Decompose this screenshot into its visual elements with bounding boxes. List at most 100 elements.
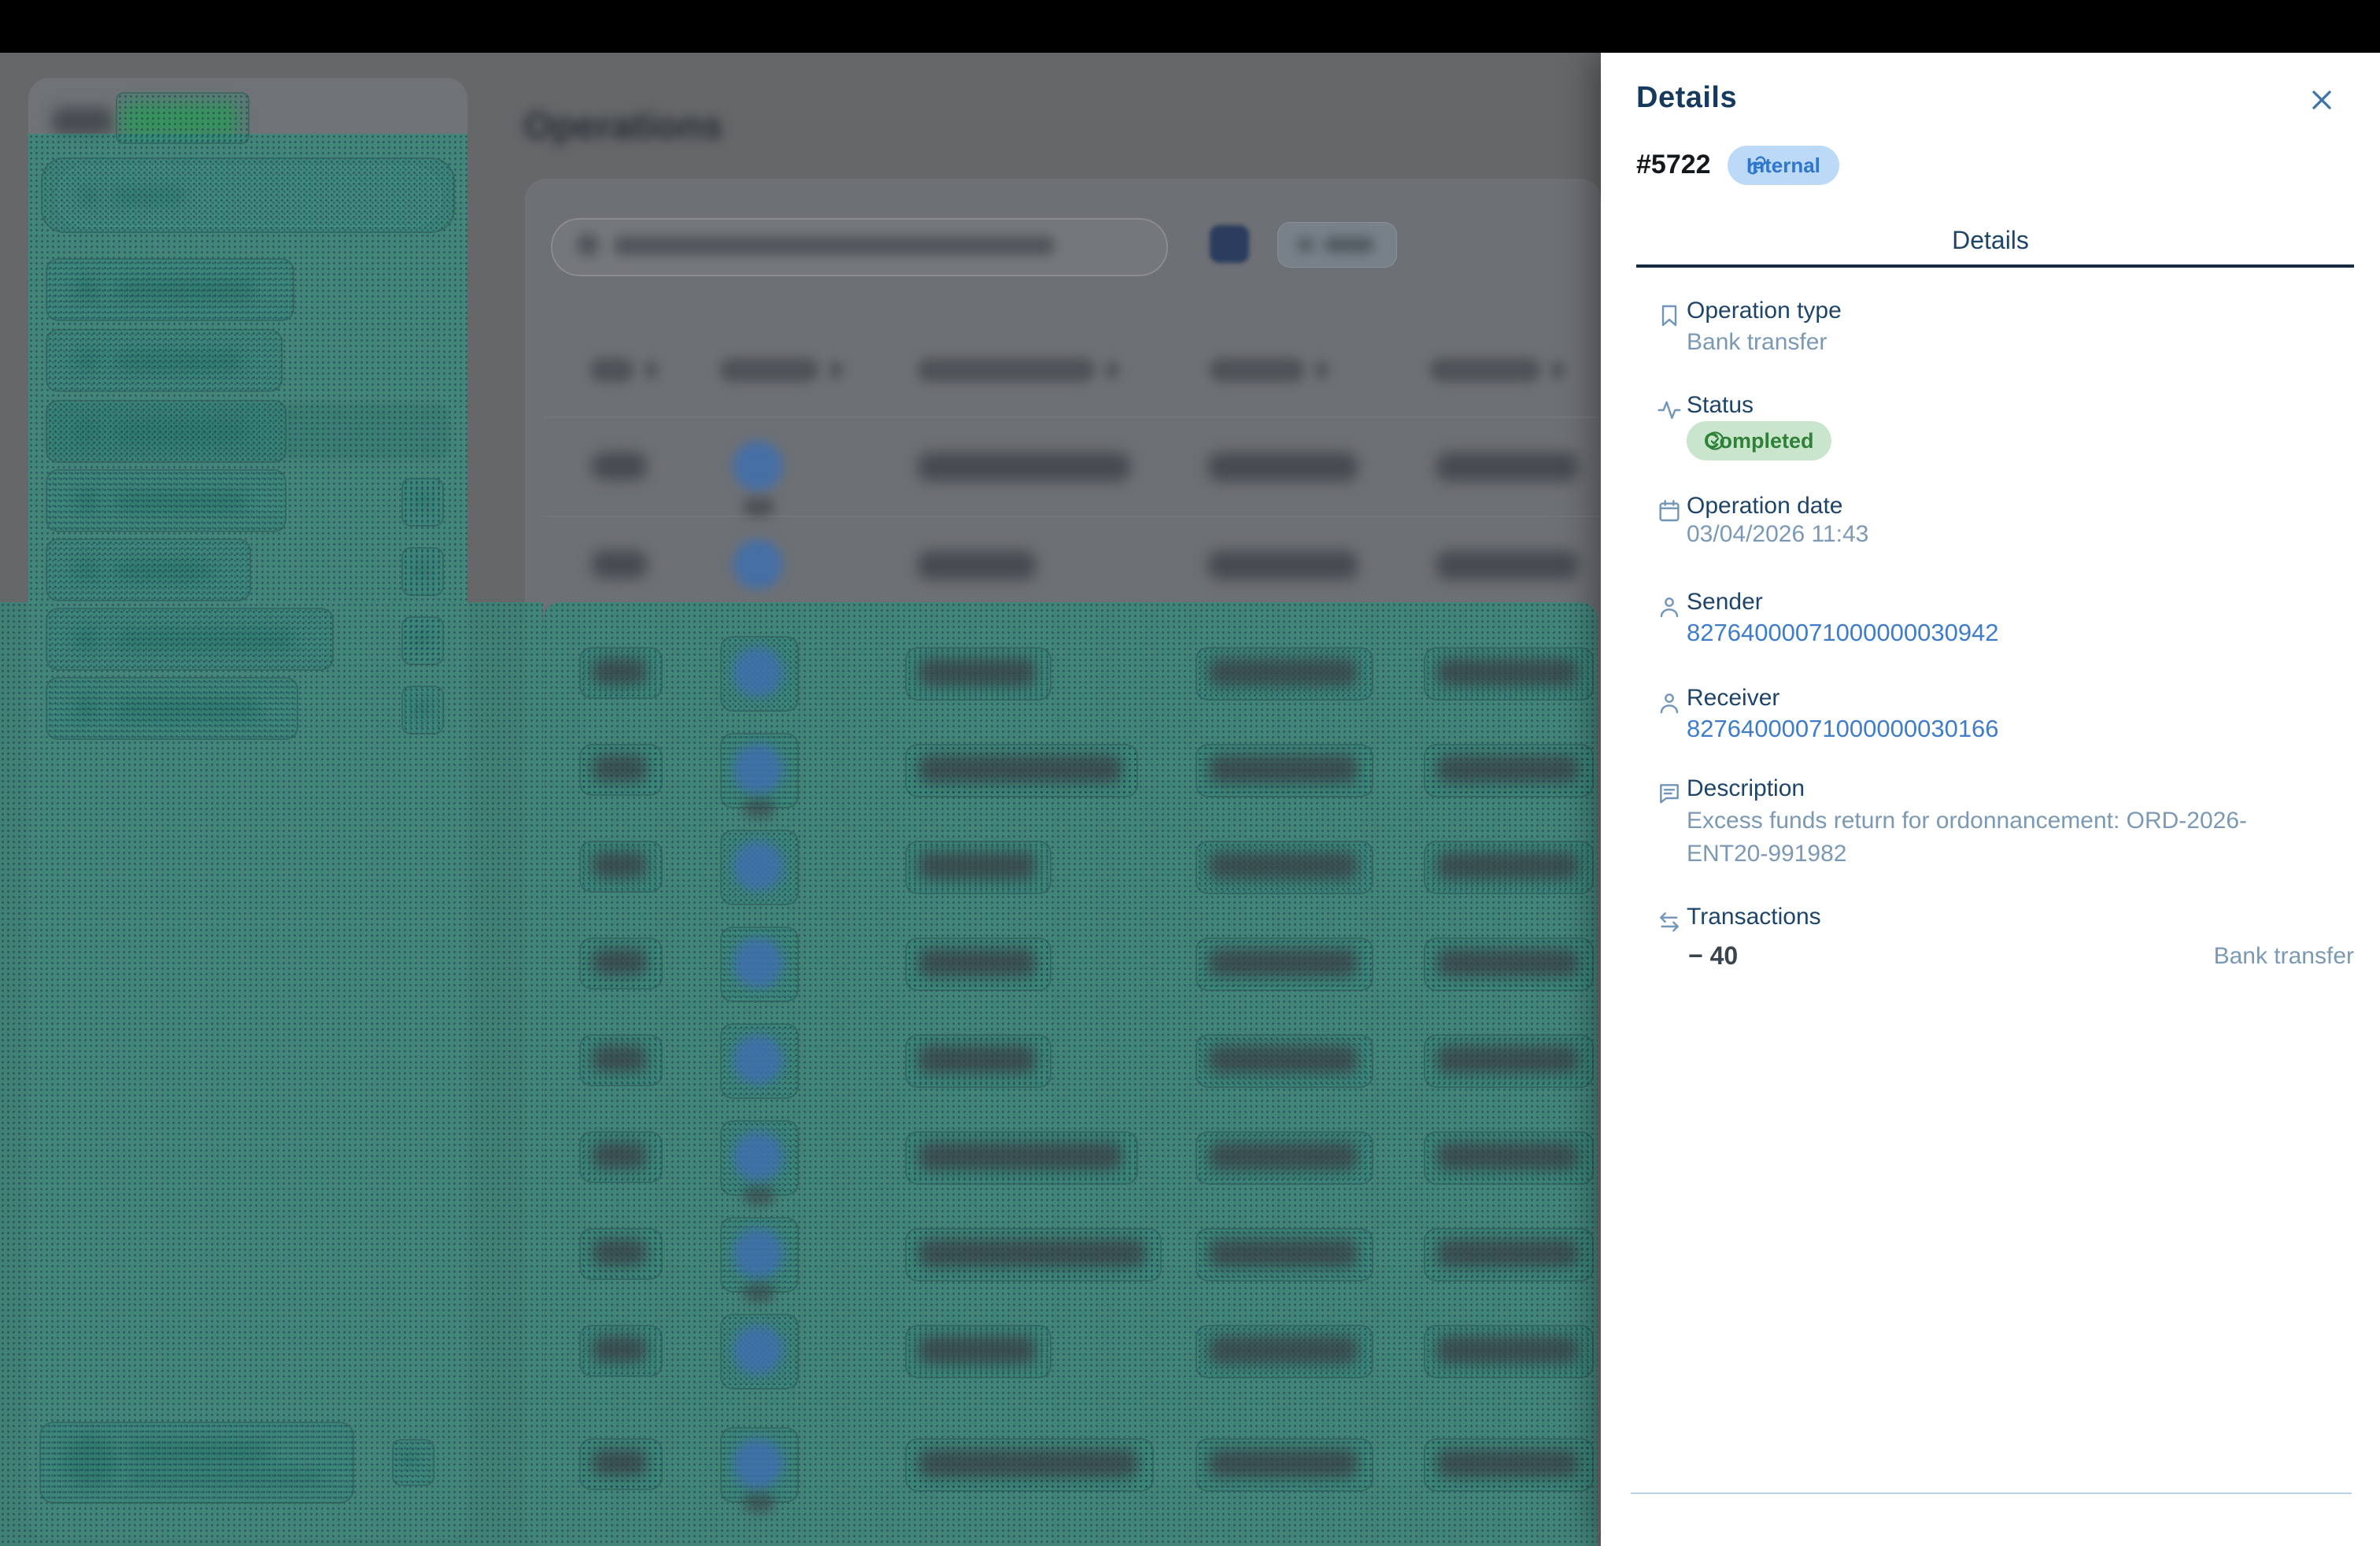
mark-chevron[interactable] xyxy=(401,547,444,596)
field-label: Sender xyxy=(1687,589,1763,616)
view-toggle[interactable] xyxy=(1210,225,1249,263)
field-label: Operation type xyxy=(1687,298,1842,324)
annotation-mask-left xyxy=(0,602,543,1546)
sort-icon[interactable] xyxy=(830,361,842,379)
receiver-account-link[interactable]: 82764000071000000030166 xyxy=(1687,715,1999,743)
amount-icon xyxy=(733,441,783,491)
operation-date-value: 03/04/2026 11:43 xyxy=(1687,521,1868,548)
cell-blur xyxy=(1436,1239,1578,1267)
sort-icon[interactable] xyxy=(1106,361,1118,379)
table-header-col-receiver[interactable] xyxy=(1430,358,1540,382)
table-header-col-id[interactable] xyxy=(590,358,634,382)
app-screenshot: Operations Details #5722 Internal xyxy=(0,0,2380,1546)
sender-account-link[interactable]: 82764000071000000030942 xyxy=(1687,619,1999,647)
cell-blur xyxy=(1208,1336,1358,1364)
amount-currency-blur xyxy=(743,1283,774,1302)
amount-currency-blur xyxy=(743,1186,774,1205)
amount-currency-blur xyxy=(743,497,774,516)
table-header-col-sender[interactable] xyxy=(1210,358,1304,382)
mark-sidebar-item-network[interactable] xyxy=(46,538,251,601)
mark-user-row[interactable] xyxy=(39,1422,354,1503)
logo-text xyxy=(52,108,113,135)
cell-blur xyxy=(592,1142,647,1169)
mark-sidebar-search[interactable] xyxy=(41,157,455,233)
table-header-col-operation-type[interactable] xyxy=(918,358,1095,382)
cell-operation-type-blur xyxy=(918,453,1130,481)
search-placeholder-blur xyxy=(614,236,1055,255)
amount-icon xyxy=(733,539,783,590)
user-icon xyxy=(1657,594,1682,620)
cell-receiver-blur xyxy=(1436,453,1578,481)
row-separator xyxy=(543,516,1598,517)
cell-blur xyxy=(592,1449,647,1476)
tab-details[interactable]: Details xyxy=(1601,226,2380,255)
cell-blur xyxy=(1208,1142,1358,1171)
cell-blur xyxy=(592,1336,647,1363)
filter-icon xyxy=(1297,238,1314,252)
cell-blur xyxy=(1436,658,1578,686)
cell-blur xyxy=(1436,852,1578,880)
activity-icon xyxy=(1657,398,1682,423)
calendar-icon xyxy=(1657,498,1682,523)
transaction-amount: − 40 xyxy=(1688,941,1738,971)
cell-blur xyxy=(1208,755,1358,783)
filters-label-blur xyxy=(1324,237,1374,253)
page-title: Operations xyxy=(523,105,722,148)
cell-id-blur xyxy=(592,453,647,479)
close-icon[interactable] xyxy=(2306,84,2338,116)
top-bar xyxy=(0,0,2380,53)
sort-icon[interactable] xyxy=(1551,361,1564,379)
transaction-type: Bank transfer xyxy=(2214,943,2354,970)
cell-blur xyxy=(592,852,647,878)
cell-receiver-blur xyxy=(1436,551,1578,579)
operation-id: #5722 xyxy=(1636,150,1711,180)
cell-blur xyxy=(592,755,647,782)
mark-sidebar-item-dashboard[interactable] xyxy=(46,258,294,321)
cell-blur xyxy=(1436,1142,1578,1171)
cell-blur xyxy=(1436,1045,1578,1074)
mark-sidebar-item-developers[interactable] xyxy=(46,677,298,740)
cell-blur xyxy=(1208,1045,1358,1074)
cell-blur xyxy=(918,658,1036,686)
mark-chevron[interactable] xyxy=(401,478,444,527)
bookmark-icon xyxy=(1657,303,1682,328)
operation-type-value: Bank transfer xyxy=(1687,329,1827,356)
cell-blur xyxy=(1208,949,1358,977)
sort-icon[interactable] xyxy=(645,361,657,379)
cell-blur xyxy=(918,1142,1122,1171)
cell-blur xyxy=(918,1336,1036,1364)
sort-icon[interactable] xyxy=(1315,361,1328,379)
mark-user-chevron[interactable] xyxy=(392,1439,434,1486)
cell-blur xyxy=(592,1045,647,1072)
cell-blur xyxy=(918,1045,1036,1074)
mark-sidebar-item-compliance[interactable] xyxy=(46,469,286,532)
cell-blur xyxy=(1436,1449,1578,1478)
cell-blur xyxy=(918,949,1036,977)
amount-icon xyxy=(733,744,783,794)
amount-icon xyxy=(733,647,783,697)
cell-blur xyxy=(1208,852,1358,880)
panel-divider xyxy=(1631,1492,2352,1494)
panel-title: Details xyxy=(1636,81,1737,115)
cell-id-blur xyxy=(592,551,647,578)
search-icon xyxy=(577,234,599,256)
cell-blur xyxy=(1436,949,1578,977)
cell-blur xyxy=(592,1239,647,1266)
field-label: Receiver xyxy=(1687,685,1779,712)
mark-chevron[interactable] xyxy=(401,686,444,734)
filters-button[interactable] xyxy=(1277,222,1397,268)
cell-blur xyxy=(1436,755,1578,783)
cell-blur xyxy=(1208,1239,1358,1267)
cell-blur xyxy=(918,1449,1138,1478)
mark-sidebar-item-administration[interactable] xyxy=(46,608,334,671)
field-label: Transactions xyxy=(1687,904,1821,930)
transfer-icon xyxy=(1657,909,1682,934)
mark-chevron[interactable] xyxy=(401,616,444,665)
table-header-col-amount[interactable] xyxy=(720,358,819,382)
description-value: Excess funds return for ordonnancement: … xyxy=(1687,804,2308,871)
details-panel: Details #5722 Internal Details Operation… xyxy=(1601,53,2380,1546)
mark-sidebar-item-customers[interactable] xyxy=(46,329,283,392)
link-icon xyxy=(1746,155,1767,176)
tab-underline xyxy=(1636,264,2354,268)
mark-sidebar-item-operations[interactable] xyxy=(46,400,286,463)
